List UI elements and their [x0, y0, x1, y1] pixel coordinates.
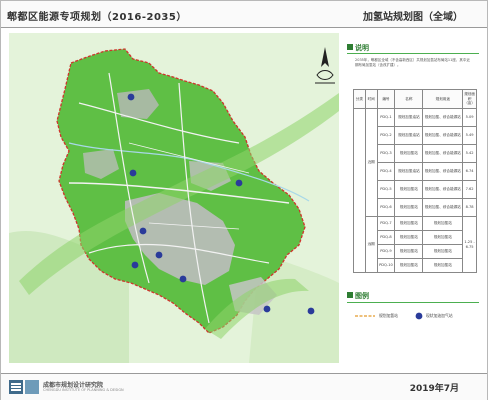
station-marker	[179, 275, 187, 283]
table-cell	[353, 108, 366, 273]
table-cell: 8.78	[462, 198, 477, 217]
info-panel: 说明 2035年，郫都区全域（不含高新西区）共规划加氢站布局站11座，其中近期布…	[347, 41, 479, 373]
table-cell: PDQ-1	[376, 108, 396, 127]
col-header: 规划面积（亩）	[462, 89, 477, 109]
header-bar: 郫都区能源专项规划（2016-2035） 加氢站规划图（全域）	[1, 1, 487, 28]
table-cell: 规划加氢站	[394, 216, 424, 231]
table-cell: 5.49	[462, 126, 477, 145]
col-header: 分类	[353, 89, 366, 109]
district-map[interactable]	[9, 33, 339, 363]
table-cell: 规划加氢油站	[394, 126, 424, 145]
table-cell: 规划加氢站	[394, 144, 424, 163]
table-cell: 规划加氢、综合能源站	[422, 180, 464, 199]
station-marker	[139, 227, 147, 235]
station-marker-icon	[415, 312, 423, 320]
table-cell: PDQ-7	[376, 216, 396, 231]
col-header: 名称	[394, 89, 424, 109]
table-row: 远期 PDQ-7 规划加氢站 规划加氢站 1.25 - 6.75	[354, 216, 477, 273]
station-marker	[307, 307, 315, 315]
table-cell: 规划加氢站	[394, 180, 424, 199]
table-cell: 6.74	[462, 162, 477, 181]
table-cell: 1.25 - 6.75	[462, 216, 477, 273]
station-marker	[131, 261, 139, 269]
table-cell: 规划加氢、综合能源站	[422, 108, 464, 127]
description-text: 2035年，郫都区全域（不含高新西区）共规划加氢站布局站11座，其中近期布局加氢…	[355, 58, 470, 67]
description-heading: 说明	[347, 43, 369, 53]
table-cell: 7.62	[462, 180, 477, 199]
table-cell: 5.09	[462, 108, 477, 127]
station-marker	[235, 179, 243, 187]
table-cell: 规划加氢、综合能源站	[422, 162, 464, 181]
table-cell: 规划加氢、综合能源站	[422, 144, 464, 163]
divider	[347, 302, 479, 303]
issue-date: 2019年7月	[409, 384, 459, 394]
table-cell: 规划加氢站	[422, 258, 464, 273]
col-header: 规划用途	[422, 89, 464, 109]
table-row: 近期 PDQ-1 规划加氢油站 规划加氢、综合能源站 5.09	[353, 108, 477, 273]
col-header: 编号	[376, 89, 396, 109]
station-table: 分类 时间 编号 名称 规划用途 规划面积（亩） 近期 PDQ-1 规划加氢油站…	[353, 89, 477, 273]
table-cell: PDQ-8	[376, 230, 396, 245]
table-cell: 规划加氢站	[394, 258, 424, 273]
table-cell: 规划加氢站	[394, 244, 424, 259]
map-title: 加氢站规划图（全域）	[363, 12, 463, 23]
table-cell: 规划加氢站	[394, 230, 424, 245]
legend-item: 规划加氢站	[379, 313, 398, 318]
table-cell: 规划加氢站	[422, 230, 464, 245]
poster-frame: 郫都区能源专项规划（2016-2035） 加氢站规划图（全域） 说明 2035年…	[0, 0, 488, 400]
legend-heading: 图例	[347, 291, 369, 301]
organization-name-en: CHENGDU INSTITUTE OF PLANNING & DESIGN	[43, 388, 124, 392]
institute-logo-icon	[9, 380, 39, 394]
station-marker	[155, 251, 163, 259]
table-cell: 规划加氢站	[422, 244, 464, 259]
table-cell: PDQ-9	[376, 244, 396, 259]
table-cell: 规划加氢站	[394, 198, 424, 217]
col-header: 时间	[364, 89, 378, 109]
dashed-line-icon	[355, 315, 375, 317]
station-marker	[263, 305, 271, 313]
table-cell: PDQ-4	[376, 162, 396, 181]
table-cell: PDQ-10	[376, 258, 396, 273]
table-cell: 5.42	[462, 144, 477, 163]
table-cell: PDQ-3	[376, 144, 396, 163]
north-arrow-icon	[315, 47, 335, 84]
divider	[347, 53, 479, 54]
table-header-row: 分类 时间 编号 名称 规划用途 规划面积（亩）	[353, 89, 477, 109]
table-cell: 规划加氢油站	[394, 108, 424, 127]
table-cell: 规划加氢、综合能源站	[422, 126, 464, 145]
station-marker	[127, 93, 135, 101]
table-cell: 规划加氢油站	[394, 162, 424, 181]
footer-bar: 成都市规划设计研究院 CHENGDU INSTITUTE OF PLANNING…	[1, 373, 487, 400]
table-cell: PDQ-5	[376, 180, 396, 199]
plan-title: 郫都区能源专项规划（2016-2035）	[7, 12, 187, 23]
legend-item: 现状加油加气站	[426, 313, 453, 318]
table-cell: PDQ-6	[376, 198, 396, 217]
table-cell: 规划加氢、综合能源站	[422, 198, 464, 217]
legend: 规划加氢站 现状加油加气站	[353, 311, 479, 321]
table-cell: 远期	[364, 216, 378, 273]
table-cell: 近期	[364, 108, 378, 217]
table-cell: 规划加氢站	[422, 216, 464, 231]
table-cell: PDQ-2	[376, 126, 396, 145]
station-marker	[129, 169, 137, 177]
